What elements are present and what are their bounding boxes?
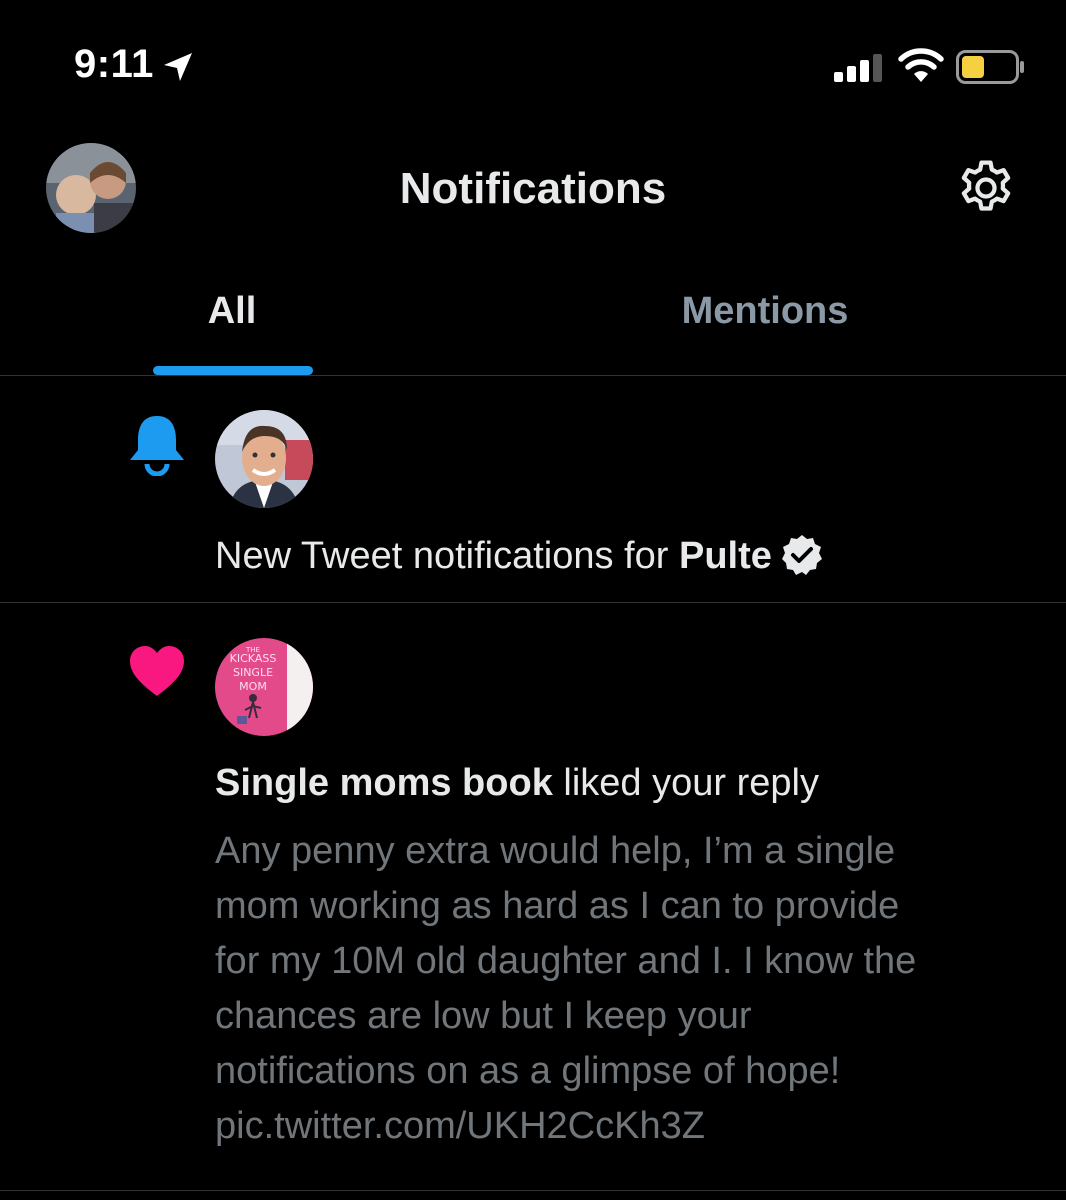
avatar-book-line-3: SINGLE <box>233 666 273 679</box>
bell-icon <box>130 416 184 476</box>
avatar-book-line-2: KICKASS <box>230 652 277 665</box>
verified-badge-icon <box>781 534 822 575</box>
single-moms-book-avatar[interactable]: THE KICKASS SINGLE MOM <box>215 638 313 736</box>
active-tab-indicator <box>153 366 313 375</box>
heart-icon <box>130 646 184 696</box>
battery-icon <box>956 50 1024 84</box>
wifi-icon <box>898 48 944 82</box>
like-action-text: liked your reply <box>552 762 819 804</box>
notification-divider-bottom <box>0 1190 1066 1191</box>
like-notification-text: Single moms book liked your reply <box>215 760 819 806</box>
avatar-book-line-4: MOM <box>239 680 267 693</box>
actor-name[interactable]: Single moms book <box>215 762 553 804</box>
account-name[interactable]: Pulte <box>679 535 772 577</box>
settings-gear-icon[interactable] <box>954 156 1018 220</box>
pulte-avatar[interactable] <box>215 410 313 508</box>
new-tweet-notification-text: New Tweet notifications for Pulte <box>215 533 824 580</box>
page-title: Notifications <box>399 164 667 213</box>
reply-text[interactable]: Any penny extra would help, I’m a single… <box>215 824 1035 1154</box>
status-time: 9:11 <box>74 42 154 86</box>
notification-prefix: New Tweet notifications for <box>215 535 679 577</box>
cellular-signal-icon <box>834 54 882 82</box>
tab-mentions[interactable]: Mentions <box>640 290 890 333</box>
location-arrow-icon <box>164 53 192 81</box>
tab-all[interactable]: All <box>152 290 312 333</box>
